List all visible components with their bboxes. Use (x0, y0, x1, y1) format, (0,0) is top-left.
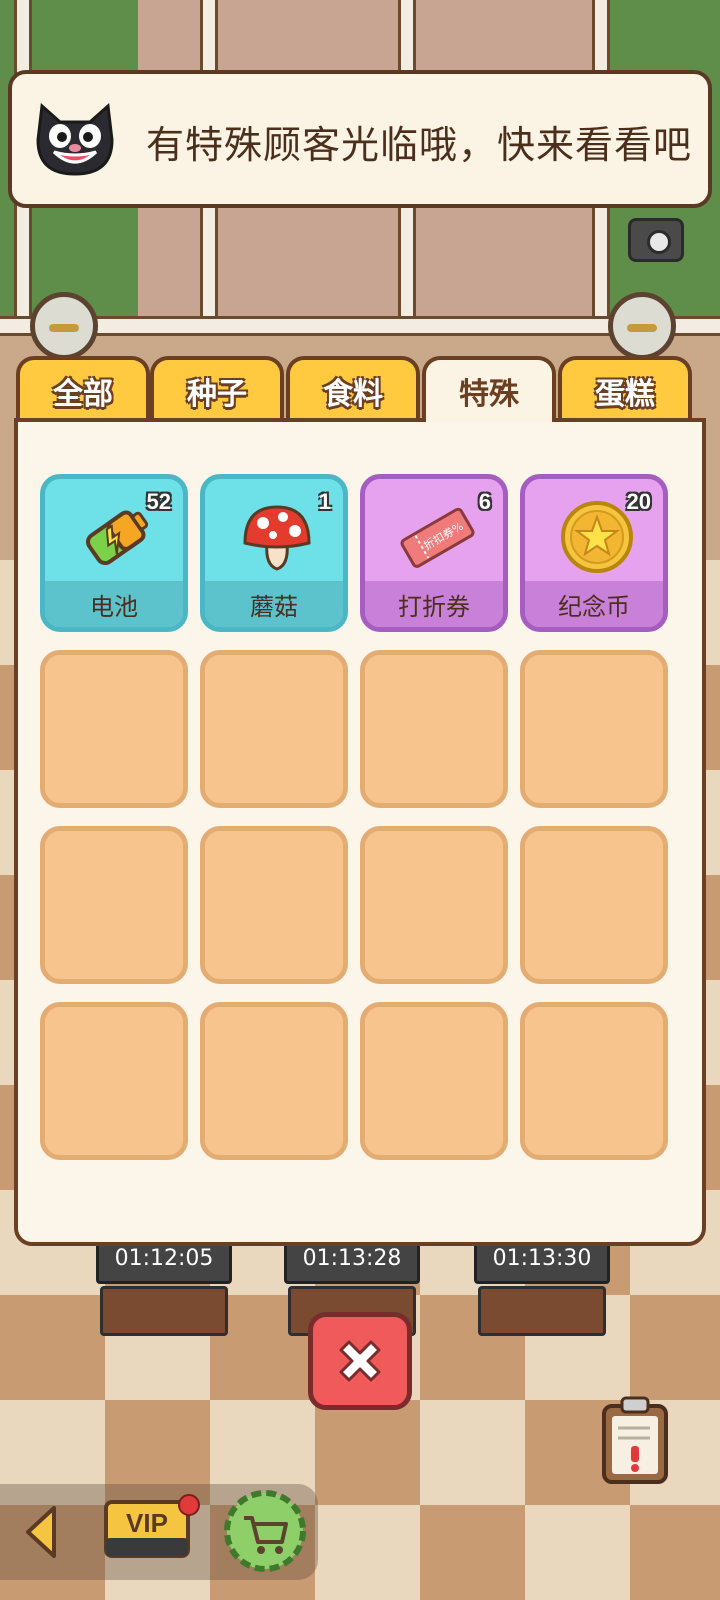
empty-slot[interactable] (520, 826, 668, 984)
item-count: 52 (146, 489, 171, 514)
inventory-slot-mushroom[interactable]: 1 蘑菇 (200, 474, 348, 632)
oven-machine[interactable]: 01:12:05 (96, 1232, 232, 1356)
close-icon (339, 1340, 381, 1382)
empty-slot[interactable] (40, 650, 188, 808)
empty-slot[interactable] (40, 826, 188, 984)
empty-slot[interactable] (40, 1002, 188, 1160)
empty-slot[interactable] (520, 650, 668, 808)
battery-icon (86, 510, 149, 566)
empty-slot[interactable] (360, 826, 508, 984)
tab-label: 特殊 (459, 378, 519, 411)
item-count: 1 (318, 489, 331, 514)
inventory-slot-coupon[interactable]: 折扣券% 6 打折券 (360, 474, 508, 632)
item-count: 20 (626, 489, 651, 514)
vip-button[interactable]: VIP (104, 1498, 190, 1560)
notice-message: 有特殊顾客光临哦，快来看看吧 (146, 125, 693, 167)
discount-coupon-icon: 折扣券% (400, 507, 475, 568)
oven-base (100, 1286, 228, 1336)
notification-dot (178, 1494, 200, 1516)
inventory-slot-coin[interactable]: 20 纪念币 (520, 474, 668, 632)
item-name: 打折券 (365, 581, 503, 627)
tab-label: 食料 (323, 378, 383, 411)
inventory-slot-battery[interactable]: 52 电池 (40, 474, 188, 632)
tab-all[interactable]: 全部 (16, 356, 150, 422)
inventory-panel: 52 电池 1 蘑菇 折扣券% 6 打折券 20 纪念币 (14, 418, 706, 1246)
customer-notice-banner: 有特殊顾客光临哦，快来看看吧 (8, 70, 712, 208)
mushroom-icon (243, 505, 311, 571)
black-cat-icon (36, 102, 114, 176)
task-clipboard-icon[interactable] (600, 1394, 670, 1486)
tab-ingredients[interactable]: 食料 (286, 356, 420, 422)
tab-special[interactable]: 特殊 (422, 356, 556, 422)
tab-seeds[interactable]: 种子 (150, 356, 284, 422)
empty-slot[interactable] (360, 650, 508, 808)
right-expand-button[interactable] (608, 292, 676, 360)
oven-base (478, 1286, 606, 1336)
vip-label: VIP (126, 1508, 168, 1538)
shop-cart-button[interactable] (222, 1488, 308, 1574)
close-button[interactable] (308, 1312, 412, 1410)
oven-machine[interactable]: 01:13:30 (474, 1232, 610, 1356)
tab-cake[interactable]: 蛋糕 (558, 356, 692, 422)
tab-label: 全部 (53, 378, 113, 411)
tab-label: 种子 (187, 378, 247, 411)
empty-slot[interactable] (520, 1002, 668, 1160)
item-name: 纪念币 (525, 581, 663, 627)
tab-label: 蛋糕 (595, 378, 655, 411)
item-name: 电池 (45, 581, 183, 627)
empty-slot[interactable] (360, 1002, 508, 1160)
item-name: 蘑菇 (205, 581, 343, 627)
item-count: 6 (478, 489, 491, 514)
empty-slot[interactable] (200, 1002, 348, 1160)
empty-slot[interactable] (200, 650, 348, 808)
camera-icon[interactable] (628, 218, 684, 262)
empty-slot[interactable] (200, 826, 348, 984)
left-expand-button[interactable] (30, 292, 98, 360)
back-arrow-icon[interactable] (22, 1504, 60, 1560)
commemorative-coin-icon (561, 501, 633, 573)
